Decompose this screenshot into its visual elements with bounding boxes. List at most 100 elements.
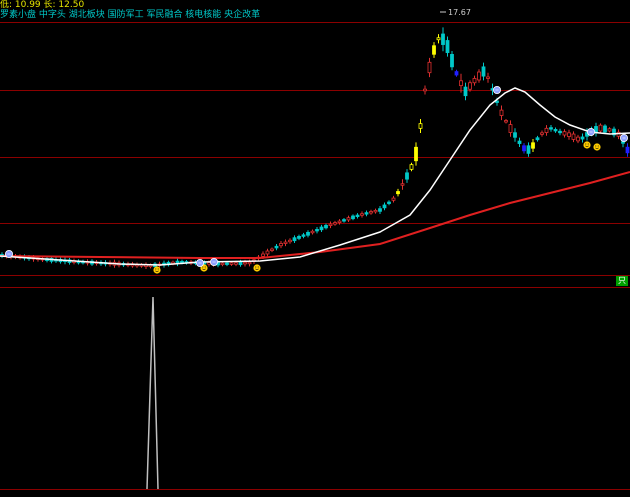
high-price-annotation: 17.67: [440, 8, 471, 17]
moving-average-fast-line: [0, 87, 630, 266]
candle-body: [607, 128, 612, 132]
candle-body: [220, 262, 225, 266]
circle-marker-icon: [492, 86, 501, 95]
candle-body: [549, 127, 553, 130]
candle-body: [418, 123, 423, 129]
candle-body: [319, 226, 324, 231]
candle-body: [243, 262, 247, 265]
candle-body: [432, 45, 436, 55]
candle-body: [400, 183, 405, 186]
candle-body: [558, 130, 562, 134]
candle-body: [625, 146, 630, 154]
candle-body: [391, 197, 396, 201]
candle-body: [310, 230, 315, 234]
candle-body: [508, 124, 513, 133]
candle-body: [562, 131, 567, 136]
candle-body: [522, 145, 526, 152]
moving-average-slow-line: [0, 171, 630, 259]
candle-body: [283, 241, 288, 244]
candle-body: [495, 100, 499, 103]
candle-body: [324, 224, 328, 229]
candle-body: [396, 191, 400, 195]
candle-body: [472, 78, 477, 84]
candle-body: [423, 88, 427, 92]
candle-body: [369, 211, 373, 214]
candle-body: [526, 145, 531, 154]
candle-body: [315, 229, 319, 232]
panel-tag-badge[interactable]: 只: [616, 276, 628, 286]
candle-body: [274, 245, 279, 249]
candle-body: [603, 125, 607, 133]
candle-body: [238, 261, 243, 266]
circle-marker-icon: [587, 127, 596, 136]
candle-body: [373, 209, 378, 213]
header-price-text: 低: 10.99 长: 12.50: [0, 0, 85, 10]
candle-body: [360, 213, 364, 216]
candle-body: [454, 71, 459, 76]
candle-body: [576, 136, 580, 142]
candle-body: [301, 234, 306, 237]
candle-body: [436, 37, 441, 41]
circle-marker-icon: [5, 249, 13, 258]
smiley-icon: [593, 143, 601, 151]
candle-body: [441, 33, 445, 45]
candle-body: [270, 248, 274, 251]
smiley-icon: [153, 266, 161, 274]
header-sector-tags[interactable]: 罗素小盘 中字头 湖北板块 国防军工 军民融合 核电核能 央企改革: [0, 10, 260, 20]
indicator-spike-line: [146, 296, 159, 490]
high-price-label: 17.67: [448, 8, 471, 17]
candle-body: [333, 222, 337, 225]
candle-body: [414, 146, 418, 162]
circle-marker-icon: [195, 258, 204, 267]
signal-markers: [5, 86, 629, 274]
candle-body: [297, 235, 301, 239]
candle-body: [351, 215, 355, 220]
circle-marker-icon: [620, 133, 629, 142]
candle-body: [445, 40, 450, 54]
candle-body: [234, 262, 238, 265]
candle-body: [346, 217, 351, 221]
candlestick-series: [0, 27, 630, 270]
candle-body: [229, 262, 234, 265]
candle-body: [504, 120, 508, 123]
candle-body: [288, 239, 292, 243]
candle-body: [598, 124, 603, 132]
candle-body: [553, 129, 558, 132]
smiley-icon: [253, 264, 261, 272]
candle-body: [517, 140, 522, 144]
candle-body: [355, 214, 360, 217]
candle-body: [261, 253, 265, 257]
candle-body: [477, 71, 481, 81]
candle-body: [328, 223, 333, 226]
candle-body: [364, 212, 369, 215]
circle-marker-icon: [209, 257, 218, 266]
candle-body: [279, 243, 283, 247]
candle-body: [292, 237, 297, 242]
candle-body: [450, 54, 454, 68]
candle-body: [306, 231, 310, 236]
candle-body: [342, 219, 346, 222]
candle-body: [468, 82, 472, 90]
kline-chart[interactable]: 17.67: [0, 0, 630, 497]
candle-body: [459, 80, 463, 87]
candle-body: [409, 164, 414, 170]
candle-body: [571, 133, 576, 140]
candle-body: [481, 66, 486, 77]
smiley-icon: [583, 141, 591, 149]
candle-body: [382, 204, 387, 209]
candle-body: [427, 61, 432, 74]
candle-body: [207, 262, 211, 265]
candle-body: [486, 76, 490, 79]
candle-body: [405, 172, 409, 180]
candle-body: [544, 127, 549, 133]
candle-body: [225, 262, 229, 265]
candle-body: [463, 86, 468, 97]
candle-body: [567, 132, 571, 137]
candle-body: [387, 201, 391, 204]
candle-body: [540, 132, 544, 135]
candle-body: [580, 136, 585, 140]
candle-body: [531, 142, 535, 149]
candle-body: [247, 261, 252, 265]
candle-body: [499, 109, 504, 116]
candle-body: [513, 132, 517, 138]
